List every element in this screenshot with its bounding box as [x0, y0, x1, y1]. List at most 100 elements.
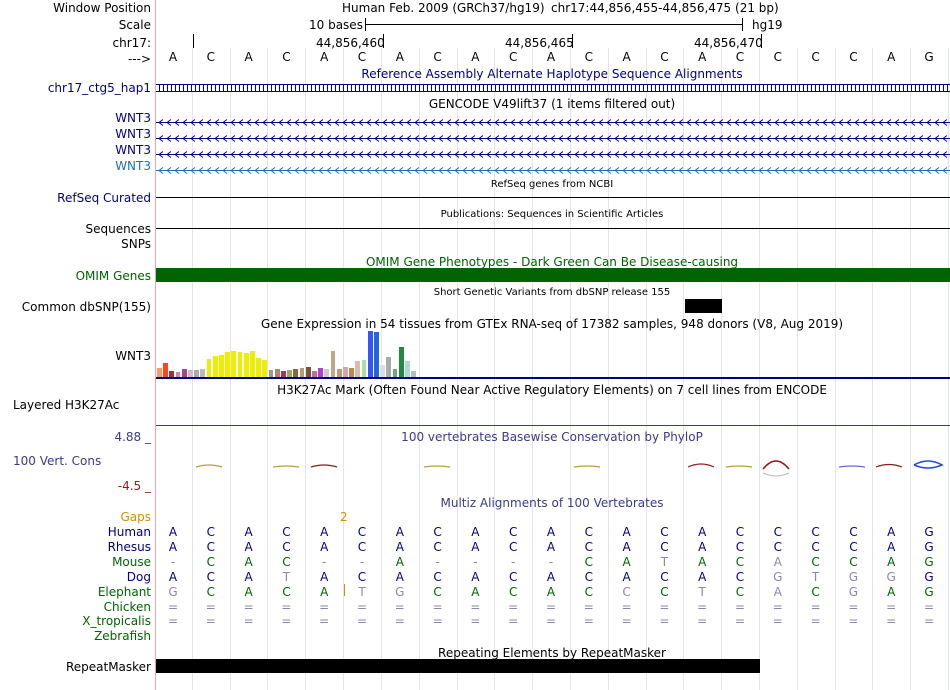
label-gencode-item-3[interactable]: WNT3 — [115, 143, 151, 157]
gtex-bar[interactable] — [256, 358, 261, 377]
label-layered-h3k27ac[interactable]: Layered H3K27Ac — [13, 398, 119, 412]
alignment-base: A — [622, 569, 631, 584]
ruler-coord-2: 44,856,465 — [505, 36, 574, 50]
alignment-base: = — [470, 599, 481, 614]
cons-signal[interactable] — [156, 455, 950, 480]
omim-title: OMIM Gene Phenotypes - Dark Green Can Be… — [365, 255, 739, 269]
alignment-base: G — [395, 584, 405, 599]
gtex-bar[interactable] — [225, 352, 230, 377]
label-sequences[interactable]: Sequences — [86, 222, 151, 236]
omim-feature[interactable] — [156, 268, 950, 282]
gtex-bar[interactable] — [287, 370, 292, 377]
label-gencode-item-4[interactable]: WNT3 — [115, 159, 151, 173]
gtex-bar[interactable] — [330, 351, 336, 377]
label-alt-haplotype[interactable]: chr17_ctg5_hap1 — [48, 81, 151, 95]
gtex-bar[interactable] — [405, 361, 410, 377]
gencode-transcript[interactable] — [156, 147, 950, 158]
gtex-bar[interactable] — [392, 369, 398, 377]
gtex-bar[interactable] — [181, 369, 187, 377]
gtex-bar[interactable] — [219, 355, 224, 377]
gtex-bar[interactable] — [343, 367, 348, 377]
gtex-bar[interactable] — [250, 351, 255, 377]
gtex-bar[interactable] — [361, 360, 367, 377]
species-label[interactable]: X_tropicalis — [82, 614, 151, 628]
ref-base: C — [584, 50, 593, 64]
gtex-bar[interactable] — [188, 370, 193, 377]
gtex-bar[interactable] — [324, 369, 330, 377]
grid-line — [646, 48, 647, 690]
gencode-transcript[interactable] — [156, 163, 950, 174]
gtex-bar[interactable] — [237, 352, 243, 377]
gtex-bar[interactable] — [163, 363, 168, 377]
alignment-base: A — [698, 554, 707, 569]
gtex-bar[interactable] — [349, 368, 354, 377]
alignment-base: C — [849, 539, 858, 554]
label-gencode-item-1[interactable]: WNT3 — [115, 111, 151, 125]
species-label[interactable]: Elephant — [98, 585, 151, 599]
gtex-bar[interactable] — [305, 367, 311, 377]
gtex-bar[interactable] — [200, 369, 206, 377]
gtex-bar[interactable] — [194, 370, 199, 377]
label-chrom[interactable]: chr17: — [113, 36, 151, 50]
label-100-vert-cons[interactable]: 100 Vert. Cons — [13, 454, 101, 468]
gtex-bar[interactable] — [355, 361, 361, 377]
gtex-bar[interactable] — [367, 331, 373, 377]
label-omim-genes[interactable]: OMIM Genes — [76, 269, 151, 283]
species-label[interactable]: Human — [108, 525, 151, 539]
gtex-bar[interactable] — [243, 353, 249, 377]
gtex-bar[interactable] — [206, 359, 212, 377]
grid-line — [872, 48, 873, 690]
gtex-bar[interactable] — [268, 370, 274, 377]
alignment-base: C — [735, 525, 745, 539]
label-gencode-item-2[interactable]: WNT3 — [115, 127, 151, 141]
gtex-bar[interactable] — [293, 369, 299, 377]
gtex-bar[interactable] — [386, 357, 392, 377]
label-strand-arrow[interactable]: ---> — [128, 52, 151, 66]
gtex-bar[interactable] — [336, 369, 342, 377]
alignment-base: A — [471, 584, 480, 599]
refseq-feature[interactable] — [156, 197, 950, 198]
species-label[interactable]: Chicken — [104, 600, 151, 614]
gtex-bar[interactable] — [398, 347, 404, 377]
gtex-bar[interactable] — [157, 368, 162, 377]
alignment-base: = — [432, 599, 443, 614]
gtex-bar[interactable] — [274, 369, 280, 377]
dbsnp-variant[interactable] — [685, 299, 722, 313]
species-label[interactable]: Mouse — [112, 555, 151, 569]
label-gtex-gene[interactable]: WNT3 — [115, 349, 151, 363]
repeat-element[interactable] — [156, 659, 760, 673]
track-data-area[interactable]: Human Feb. 2009 (GRCh37/hg19) chr17:44,8… — [156, 0, 950, 690]
gtex-bar[interactable] — [374, 332, 379, 377]
species-label[interactable]: Dog — [127, 570, 151, 584]
gtex-bar[interactable] — [262, 360, 268, 377]
ref-base: A — [471, 50, 480, 64]
grid-line — [570, 48, 571, 690]
species-label[interactable]: Zebrafish — [94, 629, 151, 643]
label-repeatmasker[interactable]: RepeatMasker — [66, 660, 151, 674]
alignment-base: A — [395, 569, 404, 584]
label-window-position[interactable]: Window Position — [53, 1, 151, 15]
sequences-feature[interactable] — [156, 228, 950, 229]
gencode-transcript[interactable] — [156, 115, 950, 126]
alignment-base: = — [205, 599, 216, 614]
strand-chevrons — [156, 135, 950, 142]
alignment-base: A — [168, 539, 178, 554]
alignment-base: = — [659, 614, 670, 629]
gtex-bar[interactable] — [299, 368, 305, 377]
alignment-base: A — [395, 525, 404, 539]
label-scale[interactable]: Scale — [119, 18, 151, 32]
species-label[interactable]: Rhesus — [108, 540, 151, 554]
gtex-bar[interactable] — [318, 368, 323, 377]
label-snps[interactable]: SNPs — [121, 237, 151, 251]
label-common-dbsnp[interactable]: Common dbSNP(155) — [22, 300, 151, 314]
label-gaps[interactable]: Gaps — [120, 510, 151, 524]
gencode-transcript[interactable] — [156, 131, 950, 142]
gtex-bar[interactable] — [212, 356, 218, 377]
gtex-bar[interactable] — [380, 365, 385, 377]
alignment-base: A — [320, 539, 329, 554]
label-refseq-curated[interactable]: RefSeq Curated — [57, 191, 151, 205]
gtex-bar[interactable] — [231, 351, 237, 377]
alignment-base: = — [394, 599, 405, 614]
alignment-base: C — [282, 554, 291, 569]
alt-haplo-feature[interactable] — [156, 84, 950, 92]
